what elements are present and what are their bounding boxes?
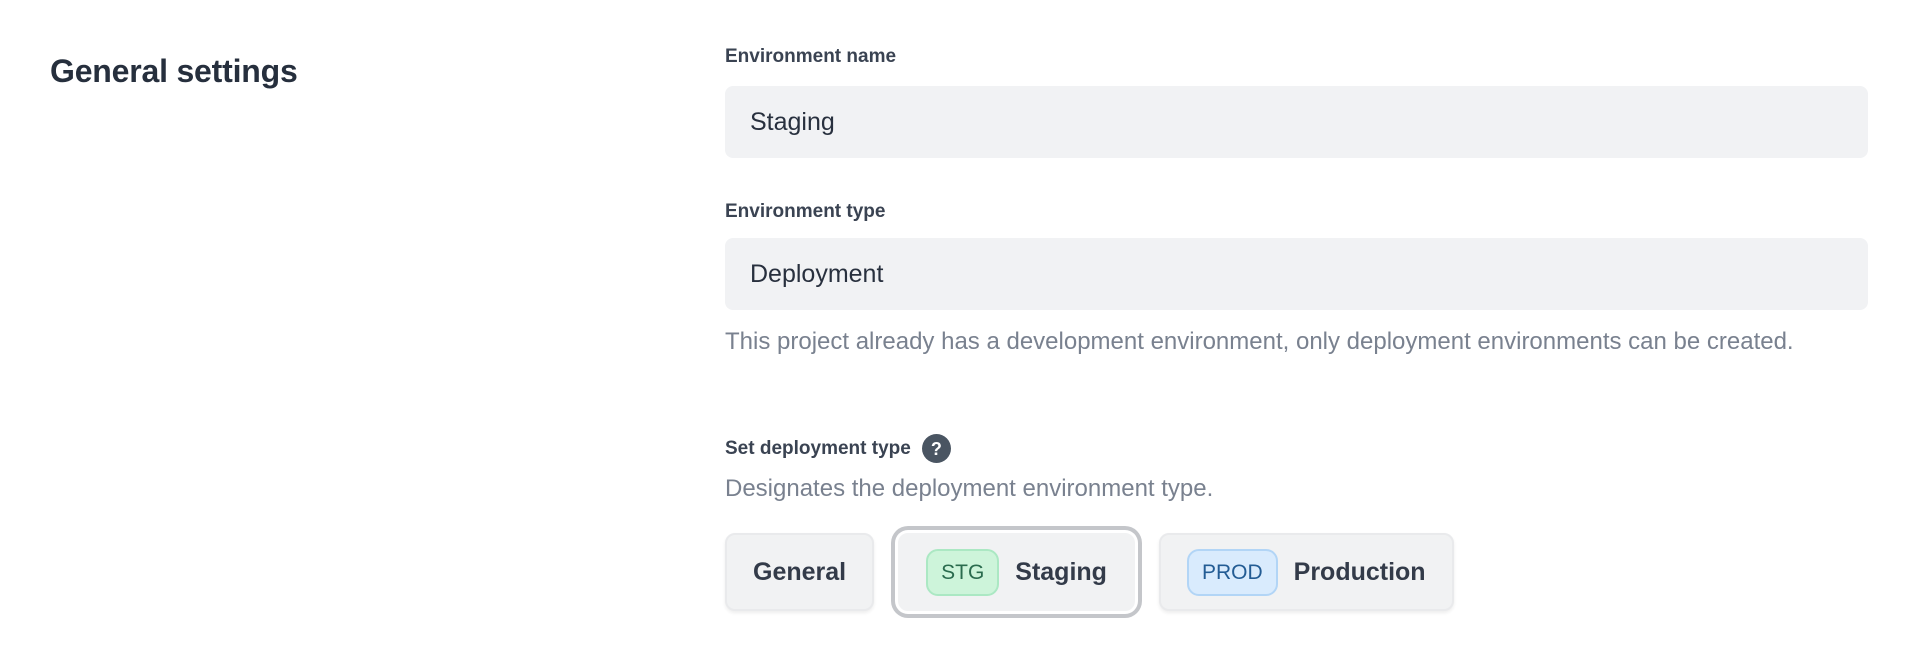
environment-type-input[interactable] <box>725 238 1868 310</box>
deployment-type-description: Designates the deployment environment ty… <box>725 475 1213 503</box>
page-title: General settings <box>50 53 298 90</box>
general-option-label: General <box>753 558 846 587</box>
deployment-type-label: Set deployment type <box>725 438 911 460</box>
environment-name-input[interactable] <box>725 86 1868 158</box>
environment-name-label: Environment name <box>725 46 896 68</box>
deployment-type-option-staging[interactable]: STG Staging <box>898 533 1135 611</box>
deployment-type-label-row: Set deployment type ? <box>725 434 951 463</box>
prod-badge: PROD <box>1187 549 1278 596</box>
deployment-type-options: General STG Staging PROD Production <box>725 533 1454 611</box>
staging-option-label: Staging <box>1015 558 1107 587</box>
production-option-label: Production <box>1294 558 1426 587</box>
environment-type-label: Environment type <box>725 201 885 223</box>
stg-badge: STG <box>926 549 999 596</box>
deployment-type-option-production[interactable]: PROD Production <box>1159 533 1454 611</box>
environment-type-help-text: This project already has a development e… <box>725 321 1825 362</box>
question-mark-icon[interactable]: ? <box>922 434 951 463</box>
deployment-type-option-general[interactable]: General <box>725 533 874 611</box>
